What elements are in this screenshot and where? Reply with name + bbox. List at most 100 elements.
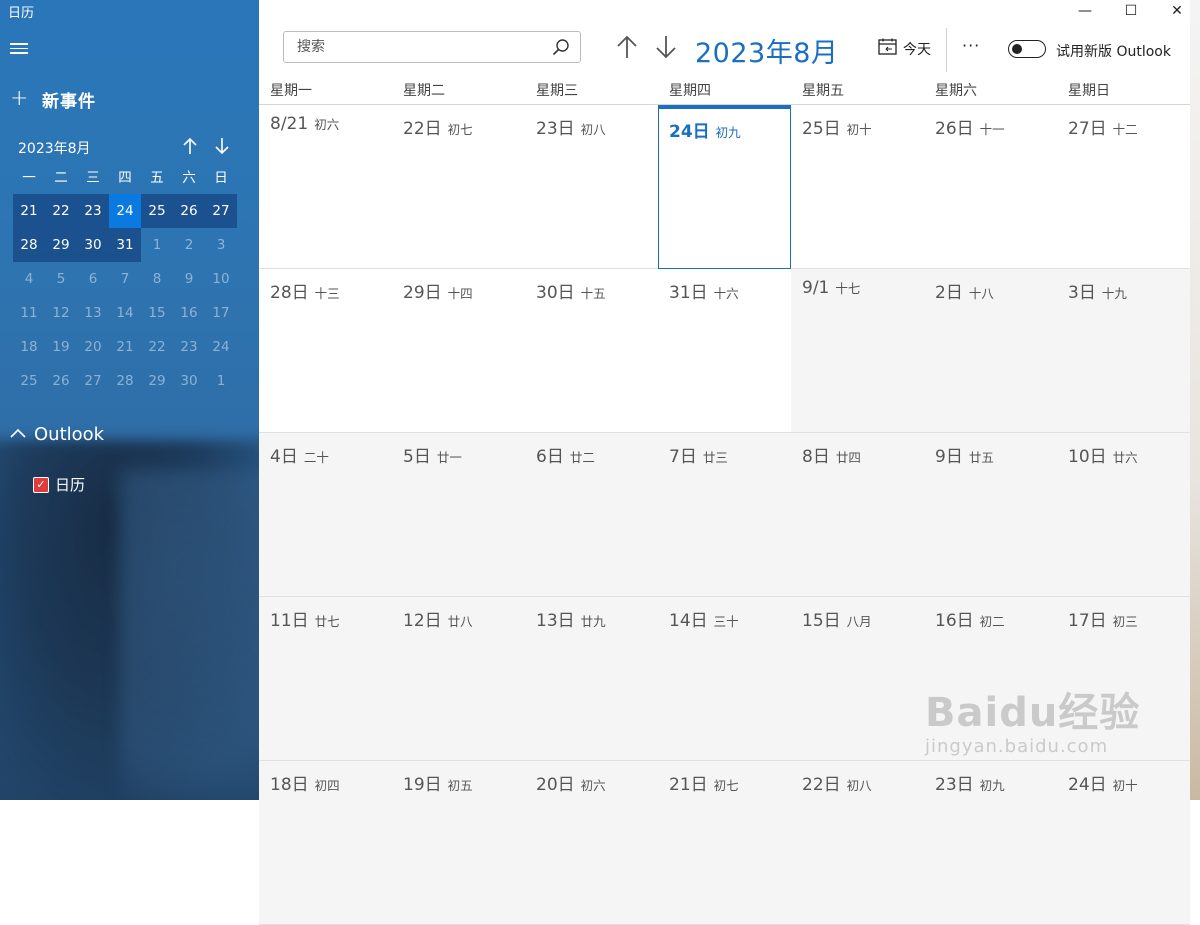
day-cell[interactable]: 3日 十九 [1057, 269, 1190, 433]
previous-month-arrow-icon[interactable] [616, 34, 638, 64]
day-cell[interactable]: 5日 廿一 [392, 433, 525, 597]
day-cell[interactable]: 8/21 初六 [259, 105, 392, 269]
day-cell[interactable]: 14日 三十 [658, 597, 791, 761]
day-cell[interactable]: 18日 初四 [259, 761, 392, 925]
mini-day-cell[interactable]: 11 [13, 296, 45, 330]
mini-day-cell[interactable]: 26 [173, 194, 205, 228]
day-cell[interactable]: 21日 初七 [658, 761, 791, 925]
day-cell[interactable]: 23日 初九 [924, 761, 1057, 925]
day-cell[interactable]: 13日 廿九 [525, 597, 658, 761]
mini-day-cell[interactable]: 21 [109, 330, 141, 364]
calendar-list-item[interactable]: ✓ 日历 [33, 474, 85, 495]
day-cell[interactable]: 29日 十四 [392, 269, 525, 433]
mini-day-cell[interactable]: 12 [45, 296, 77, 330]
mini-day-cell[interactable]: 18 [13, 330, 45, 364]
mini-day-cell[interactable]: 23 [173, 330, 205, 364]
day-cell-today[interactable]: 24日 初九 [658, 105, 791, 269]
mini-day-cell[interactable]: 17 [205, 296, 237, 330]
mini-day-cell[interactable]: 3 [205, 228, 237, 262]
day-cell[interactable]: 26日 十一 [924, 105, 1057, 269]
mini-day-cell[interactable]: 16 [173, 296, 205, 330]
day-cell[interactable]: 6日 廿二 [525, 433, 658, 597]
day-number: 28日 十三 [270, 278, 340, 303]
day-number: 12日 廿八 [403, 606, 473, 631]
mini-day-cell[interactable]: 28 [109, 364, 141, 398]
mini-day-cell[interactable]: 22 [141, 330, 173, 364]
day-cell[interactable]: 10日 廿六 [1057, 433, 1190, 597]
mini-day-cell[interactable]: 14 [109, 296, 141, 330]
day-cell[interactable]: 28日 十三 [259, 269, 392, 433]
search-box[interactable] [283, 31, 581, 63]
mini-day-cell[interactable]: 25 [13, 364, 45, 398]
mini-day-cell[interactable]: 25 [141, 194, 173, 228]
mini-day-cell[interactable]: 23 [77, 194, 109, 228]
mini-day-cell[interactable]: 30 [77, 228, 109, 262]
mini-day-cell[interactable]: 20 [77, 330, 109, 364]
more-options-button[interactable]: ··· [962, 36, 980, 55]
mini-day-cell[interactable]: 24 [205, 330, 237, 364]
mini-day-cell[interactable]: 13 [77, 296, 109, 330]
mini-day-cell[interactable]: 29 [141, 364, 173, 398]
mini-day-cell[interactable]: 27 [77, 364, 109, 398]
month-title[interactable]: 2023年8月 [695, 31, 838, 70]
mini-day-cell[interactable]: 5 [45, 262, 77, 296]
day-cell[interactable]: 17日 初三 [1057, 597, 1190, 761]
day-cell[interactable]: 15日 八月 [791, 597, 924, 761]
day-cell[interactable]: 12日 廿八 [392, 597, 525, 761]
new-event-button[interactable]: + 新事件 [10, 86, 96, 112]
day-cell[interactable]: 23日 初八 [525, 105, 658, 269]
hamburger-menu-icon[interactable] [10, 40, 28, 56]
mini-day-cell[interactable]: 1 [205, 364, 237, 398]
mini-day-cell[interactable]: 9 [173, 262, 205, 296]
day-number: 30日 十五 [536, 278, 606, 303]
day-cell[interactable]: 11日 廿七 [259, 597, 392, 761]
mini-day-cell[interactable]: 8 [141, 262, 173, 296]
day-cell[interactable]: 30日 十五 [525, 269, 658, 433]
mini-day-cell[interactable]: 27 [205, 194, 237, 228]
lunar-date-label: 十二 [1112, 122, 1138, 137]
today-button[interactable]: 今天 [878, 38, 931, 59]
day-cell[interactable]: 24日 初十 [1057, 761, 1190, 925]
mini-day-cell[interactable]: 4 [13, 262, 45, 296]
new-outlook-toggle[interactable] [1008, 40, 1046, 58]
day-cell[interactable]: 7日 廿三 [658, 433, 791, 597]
mini-day-cell[interactable]: 29 [45, 228, 77, 262]
day-cell[interactable]: 8日 廿四 [791, 433, 924, 597]
day-cell[interactable]: 31日 十六 [658, 269, 791, 433]
day-number: 18日 初四 [270, 770, 340, 795]
mini-day-cell[interactable]: 28 [13, 228, 45, 262]
mini-prev-arrow-icon[interactable] [182, 136, 198, 161]
mini-day-cell[interactable]: 19 [45, 330, 77, 364]
day-cell[interactable]: 2日 十八 [924, 269, 1057, 433]
day-cell[interactable]: 25日 初十 [791, 105, 924, 269]
mini-day-cell[interactable]: 31 [109, 228, 141, 262]
next-month-arrow-icon[interactable] [655, 34, 677, 64]
mini-day-cell[interactable]: 2 [173, 228, 205, 262]
search-input[interactable] [295, 38, 549, 56]
maximize-button[interactable]: ☐ [1108, 0, 1154, 22]
day-cell[interactable]: 20日 初六 [525, 761, 658, 925]
search-icon[interactable] [552, 38, 570, 60]
calendar-checkbox[interactable]: ✓ [33, 476, 49, 493]
mini-day-cell[interactable]: 1 [141, 228, 173, 262]
minimize-button[interactable]: — [1062, 0, 1108, 22]
day-cell[interactable]: 16日 初二 [924, 597, 1057, 761]
mini-day-cell[interactable]: 7 [109, 262, 141, 296]
day-cell[interactable]: 27日 十二 [1057, 105, 1190, 269]
mini-day-cell[interactable]: 21 [13, 194, 45, 228]
mini-next-arrow-icon[interactable] [214, 136, 230, 161]
day-cell[interactable]: 9/1 十七 [791, 269, 924, 433]
mini-day-cell[interactable]: 6 [77, 262, 109, 296]
mini-day-cell[interactable]: 15 [141, 296, 173, 330]
mini-day-cell[interactable]: 26 [45, 364, 77, 398]
mini-day-cell[interactable]: 22 [45, 194, 77, 228]
mini-day-cell[interactable]: 30 [173, 364, 205, 398]
outlook-account-toggle[interactable]: Outlook [10, 424, 104, 445]
day-cell[interactable]: 22日 初八 [791, 761, 924, 925]
mini-day-cell[interactable]: 24 [109, 194, 141, 228]
day-cell[interactable]: 19日 初五 [392, 761, 525, 925]
day-cell[interactable]: 4日 二十 [259, 433, 392, 597]
mini-day-cell[interactable]: 10 [205, 262, 237, 296]
day-cell[interactable]: 22日 初七 [392, 105, 525, 269]
day-cell[interactable]: 9日 廿五 [924, 433, 1057, 597]
